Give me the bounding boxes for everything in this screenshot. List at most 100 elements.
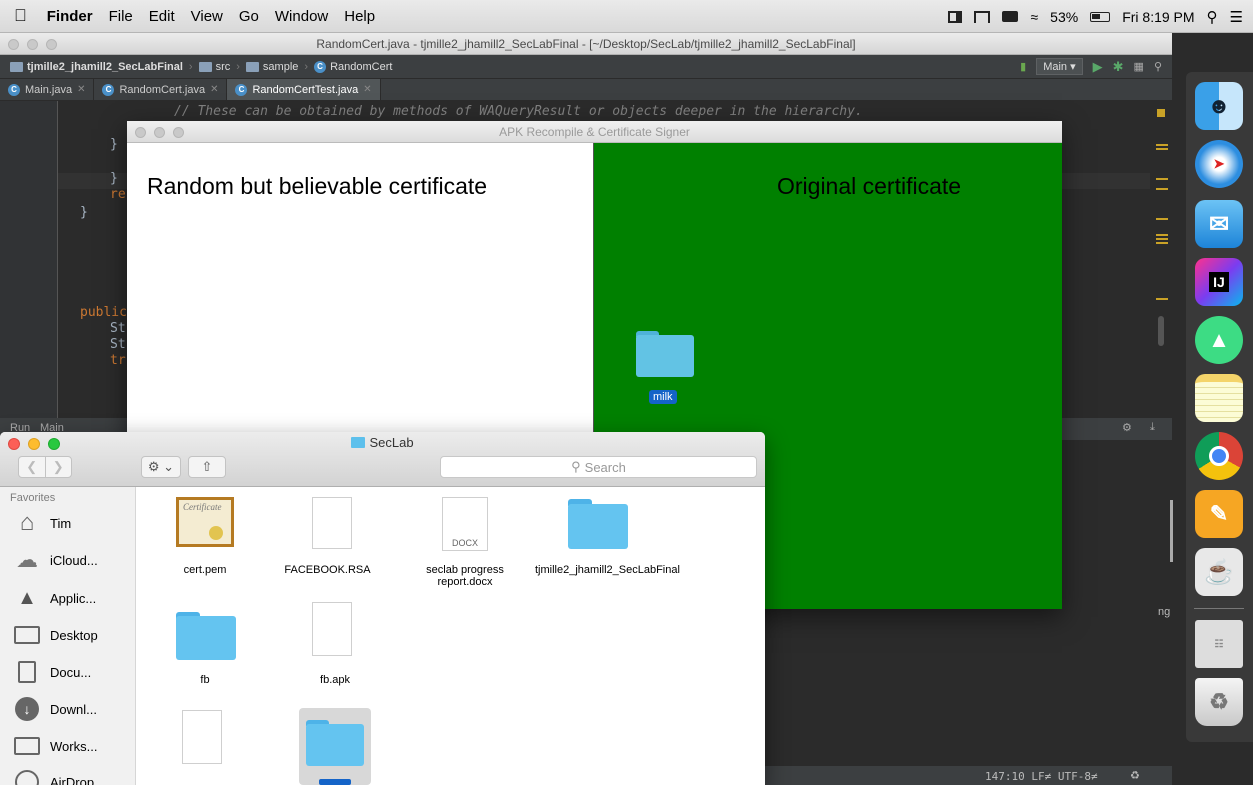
action-menu-button[interactable]: ⚙ ⌄	[141, 456, 181, 478]
finder-dock-icon[interactable]: ☻	[1195, 82, 1243, 130]
docx-document-icon: DOCX	[442, 497, 488, 551]
menu-help[interactable]: Help	[336, 8, 383, 25]
warning-marker[interactable]	[1156, 298, 1168, 300]
downloads-stack-dock-icon[interactable]: ☷	[1195, 620, 1243, 668]
hide-panel-icon[interactable]: ⤓	[1150, 421, 1155, 434]
breadcrumb-project[interactable]: tjmille2_jhamill2_SecLabFinal	[6, 61, 187, 73]
notes-dock-icon[interactable]	[1195, 374, 1243, 422]
airplay-icon[interactable]	[974, 10, 991, 23]
tab-randomcerttest-java[interactable]: C RandomCertTest.java ✕	[227, 79, 381, 100]
warning-marker[interactable]	[1156, 188, 1168, 190]
folder-icon	[198, 61, 212, 72]
test-class-icon: C	[235, 83, 248, 96]
ide-zoom-button[interactable]	[46, 39, 57, 50]
editor-scrollbar[interactable]	[1158, 316, 1164, 346]
notification-center-icon[interactable]: ☰	[1230, 8, 1243, 26]
sidebar-item-documents[interactable]: Docu...	[12, 657, 136, 687]
menu-edit[interactable]: Edit	[141, 8, 183, 25]
sidebar-item-airdrop[interactable]: AirDrop	[12, 767, 136, 785]
tab-close-icon[interactable]: ✕	[210, 84, 218, 95]
menu-view[interactable]: View	[183, 8, 231, 25]
warning-marker[interactable]	[1156, 218, 1168, 220]
breadcrumb-sample[interactable]: sample	[242, 61, 302, 73]
window-tiling-icon[interactable]	[948, 10, 963, 23]
sidebar-item-icloud[interactable]: ☁ iCloud...	[12, 545, 136, 575]
tab-main-java[interactable]: C Main.java ✕	[0, 79, 95, 100]
safari-dock-icon[interactable]: ➤	[1195, 140, 1243, 188]
trash-dock-icon[interactable]: ♻	[1195, 678, 1243, 726]
milk-folder-label[interactable]: milk	[649, 390, 677, 404]
debug-icon[interactable]: ✱	[1113, 59, 1124, 75]
clock[interactable]: Fri 8:19 PM	[1122, 9, 1194, 25]
ide-close-button[interactable]	[8, 39, 19, 50]
warning-marker[interactable]	[1156, 234, 1168, 236]
keyboard-icon[interactable]	[1002, 11, 1019, 22]
apple-menu-icon[interactable]: 	[0, 6, 39, 26]
file-name: fb.apk	[320, 674, 350, 686]
warning-marker[interactable]	[1156, 148, 1168, 150]
run-icon[interactable]: ▶	[1093, 59, 1103, 75]
generic-document-icon	[182, 710, 222, 764]
code-line: re	[110, 187, 126, 202]
tab-randomcert-java[interactable]: C RandomCert.java ✕	[94, 79, 228, 100]
apk-zoom-button[interactable]	[173, 127, 184, 138]
android-studio-dock-icon[interactable]: ▲	[1195, 316, 1243, 364]
error-stripe[interactable]	[1150, 101, 1172, 431]
breadcrumb-class[interactable]: C RandomCert	[310, 60, 396, 73]
lock-icon[interactable]: ♻	[1130, 769, 1140, 782]
back-button[interactable]: ❮	[19, 457, 46, 477]
cursor-position-status[interactable]: 147:10 LF≠ UTF-8≠	[985, 770, 1098, 783]
milk-folder-icon[interactable]	[636, 331, 694, 377]
warning-marker[interactable]	[1156, 144, 1168, 146]
file-name: fb	[200, 674, 210, 686]
apk-minimize-button[interactable]	[154, 127, 165, 138]
breadcrumb-src[interactable]: src	[195, 61, 235, 73]
search-everywhere-icon[interactable]: ⚲	[1154, 60, 1162, 73]
random-certificate-label: Random but believable certificate	[147, 173, 488, 199]
code-line: St	[110, 337, 126, 352]
intellij-dock-icon[interactable]: IJ	[1195, 258, 1243, 306]
sidebar-item-desktop[interactable]: Desktop	[12, 620, 136, 650]
menu-app-name[interactable]: Finder	[39, 8, 101, 25]
class-icon: C	[102, 83, 115, 96]
menu-file[interactable]: File	[101, 8, 141, 25]
sidebar-item-workspace[interactable]: Works...	[12, 731, 136, 761]
battery-icon[interactable]	[1090, 11, 1111, 22]
run-config-select[interactable]: Main ▾	[1036, 58, 1083, 75]
wifi-icon[interactable]: ≈	[1030, 9, 1038, 25]
console-text-fragment: ng	[1158, 606, 1171, 618]
certificate-icon: Certificate	[176, 497, 234, 547]
spotlight-icon[interactable]: ⚲	[1207, 8, 1218, 26]
battery-percent[interactable]: 53%	[1050, 9, 1078, 25]
menu-go[interactable]: Go	[231, 8, 267, 25]
code-line: }	[80, 205, 88, 220]
nav-buttons: ❮ ❯	[18, 456, 72, 478]
chrome-dock-icon[interactable]	[1195, 432, 1243, 480]
code-line: public	[80, 305, 127, 320]
warning-marker[interactable]	[1156, 238, 1168, 240]
sidebar-item-applications[interactable]: ▲ Applic...	[12, 583, 136, 613]
menu-window[interactable]: Window	[267, 8, 336, 25]
console-scrollbar[interactable]	[1170, 500, 1173, 562]
warning-marker[interactable]	[1157, 109, 1165, 117]
apk-close-button[interactable]	[135, 127, 146, 138]
settings-gear-icon[interactable]: ⚙	[1122, 421, 1132, 434]
share-button[interactable]: ⇧	[188, 456, 226, 478]
project-structure-icon[interactable]: ▦	[1134, 60, 1144, 73]
applications-icon: ▲	[17, 586, 37, 609]
file-item-selected[interactable]	[299, 708, 371, 785]
apk-window-title: APK Recompile & Certificate Signer	[499, 125, 690, 139]
sidebar-item-tim[interactable]: ⌂ Tim	[12, 508, 136, 538]
ide-minimize-button[interactable]	[27, 39, 38, 50]
sidebar-item-downloads[interactable]: ↓ Downl...	[12, 694, 136, 724]
java-coffee-dock-icon[interactable]: ☕	[1195, 548, 1243, 596]
tab-close-icon[interactable]: ✕	[363, 84, 371, 95]
search-input[interactable]: ⚲ Search	[440, 456, 757, 478]
warning-marker[interactable]	[1156, 178, 1168, 180]
mail-dock-icon[interactable]: ✉	[1195, 200, 1243, 248]
build-icon[interactable]: ▮	[1020, 60, 1026, 73]
tab-close-icon[interactable]: ✕	[77, 84, 85, 95]
warning-marker[interactable]	[1156, 242, 1168, 244]
forward-button[interactable]: ❯	[46, 457, 72, 477]
pages-dock-icon[interactable]: ✎	[1195, 490, 1243, 538]
